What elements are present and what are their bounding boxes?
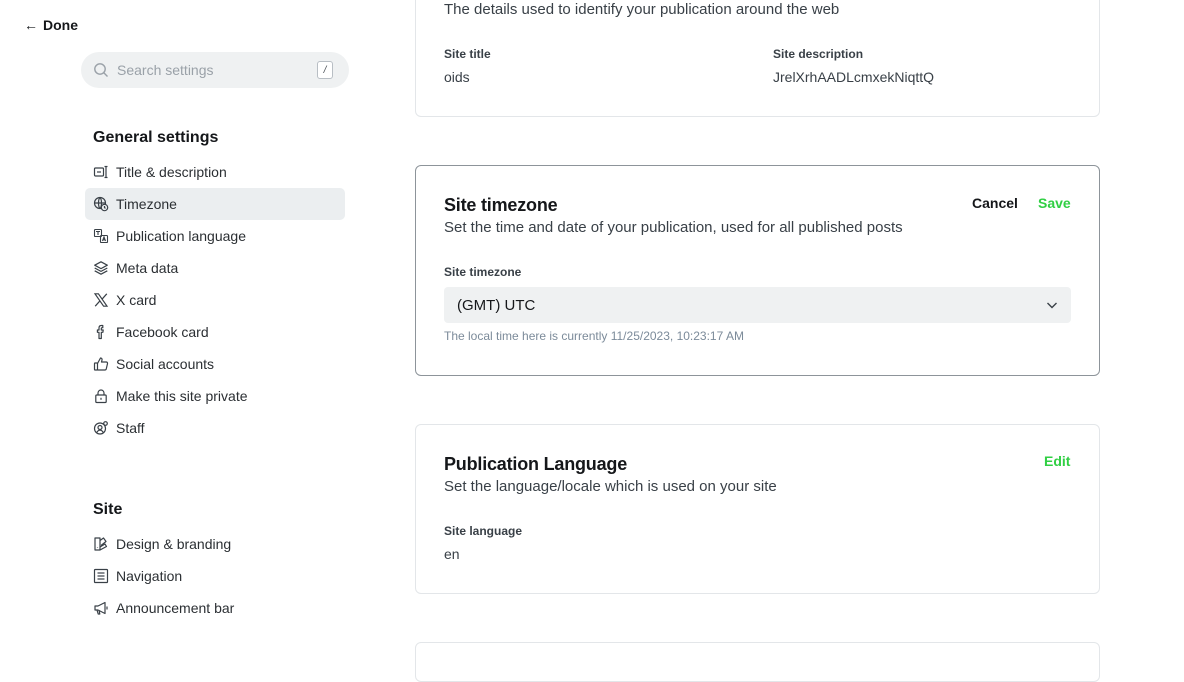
- sidebar-item-design-branding[interactable]: Design & branding: [85, 528, 345, 560]
- layers-icon: [93, 260, 109, 276]
- sidebar-item-label: Publication language: [116, 228, 246, 244]
- sidebar-item-publication-language[interactable]: Publication language: [85, 220, 345, 252]
- sidebar-item-label: Social accounts: [116, 356, 215, 372]
- lock-icon: [93, 388, 109, 404]
- card-description: The details used to identify your public…: [444, 1, 840, 18]
- x-logo-icon: [93, 292, 109, 308]
- done-button[interactable]: ← Done: [24, 17, 78, 33]
- local-time-hint: The local time here is currently 11/25/2…: [444, 329, 744, 343]
- sidebar-item-title-description[interactable]: Title & description: [85, 156, 345, 188]
- title-description-card: The details used to identify your public…: [415, 0, 1100, 117]
- card-description: Set the language/locale which is used on…: [444, 478, 777, 495]
- chevron-down-icon: [1047, 302, 1057, 309]
- sidebar-item-make-private[interactable]: Make this site private: [85, 380, 345, 412]
- card-title: Publication Language: [444, 454, 628, 474]
- card-title: Site timezone: [444, 195, 558, 215]
- search-shortcut-key: /: [317, 61, 333, 79]
- general-settings-heading: General settings: [93, 129, 219, 146]
- sidebar-item-timezone[interactable]: Timezone: [85, 188, 345, 220]
- sidebar-item-label: Timezone: [116, 196, 177, 212]
- sidebar-item-label: Make this site private: [116, 388, 248, 404]
- site-timezone-label: Site timezone: [444, 265, 522, 279]
- sidebar-item-x-card[interactable]: X card: [85, 284, 345, 316]
- edit-button[interactable]: Edit: [1044, 453, 1070, 469]
- brush-icon: [93, 536, 109, 552]
- sidebar-item-label: Facebook card: [116, 324, 209, 340]
- site-language-label: Site language: [444, 524, 523, 538]
- timezone-select[interactable]: (GMT) UTC: [444, 287, 1071, 323]
- timezone-selected-value: (GMT) UTC: [457, 296, 536, 314]
- navigation-icon: [93, 568, 109, 584]
- site-description-label: Site description: [773, 47, 864, 61]
- sidebar-item-meta-data[interactable]: Meta data: [85, 252, 345, 284]
- arrow-left-icon: ←: [24, 17, 38, 33]
- facebook-icon: [93, 324, 109, 340]
- site-title-value: oids: [444, 69, 470, 85]
- sidebar-item-social-accounts[interactable]: Social accounts: [85, 348, 345, 380]
- sidebar-item-label: Announcement bar: [116, 600, 235, 616]
- publication-language-card: Publication Language Edit Set the langua…: [415, 424, 1100, 594]
- site-title-label: Site title: [444, 47, 491, 61]
- search-input[interactable]: [115, 61, 309, 79]
- site-language-value: en: [444, 546, 460, 562]
- search-bar[interactable]: /: [81, 52, 349, 88]
- sidebar-item-staff[interactable]: Staff: [85, 412, 345, 444]
- site-description-value: JrelXrhAADLcmxekNiqttQ: [773, 69, 935, 85]
- sidebar-item-facebook-card[interactable]: Facebook card: [85, 316, 345, 348]
- sidebar-item-label: Staff: [116, 420, 145, 436]
- sidebar-item-announcement-bar[interactable]: Announcement bar: [85, 592, 345, 624]
- title-description-icon: [93, 164, 109, 180]
- card-description: Set the time and date of your publicatio…: [444, 219, 903, 236]
- sidebar-item-label: X card: [116, 292, 157, 308]
- sidebar-item-label: Design & branding: [116, 536, 232, 552]
- done-label: Done: [43, 17, 78, 33]
- sidebar-item-label: Navigation: [116, 568, 183, 584]
- site-heading: Site: [93, 501, 123, 518]
- sidebar-item-label: Title & description: [116, 164, 227, 180]
- sidebar-item-label: Meta data: [116, 260, 179, 276]
- megaphone-icon: [93, 600, 109, 616]
- globe-clock-icon: [93, 196, 109, 212]
- save-button[interactable]: Save: [1038, 195, 1071, 211]
- staff-icon: [93, 420, 109, 436]
- language-icon: [93, 228, 109, 244]
- site-timezone-card: Site timezone Cancel Save Set the time a…: [415, 165, 1100, 376]
- next-settings-card: [415, 642, 1100, 682]
- cancel-button[interactable]: Cancel: [972, 195, 1018, 211]
- search-icon: [94, 63, 108, 77]
- sidebar-item-navigation[interactable]: Navigation: [85, 560, 345, 592]
- thumbs-up-icon: [93, 356, 109, 372]
